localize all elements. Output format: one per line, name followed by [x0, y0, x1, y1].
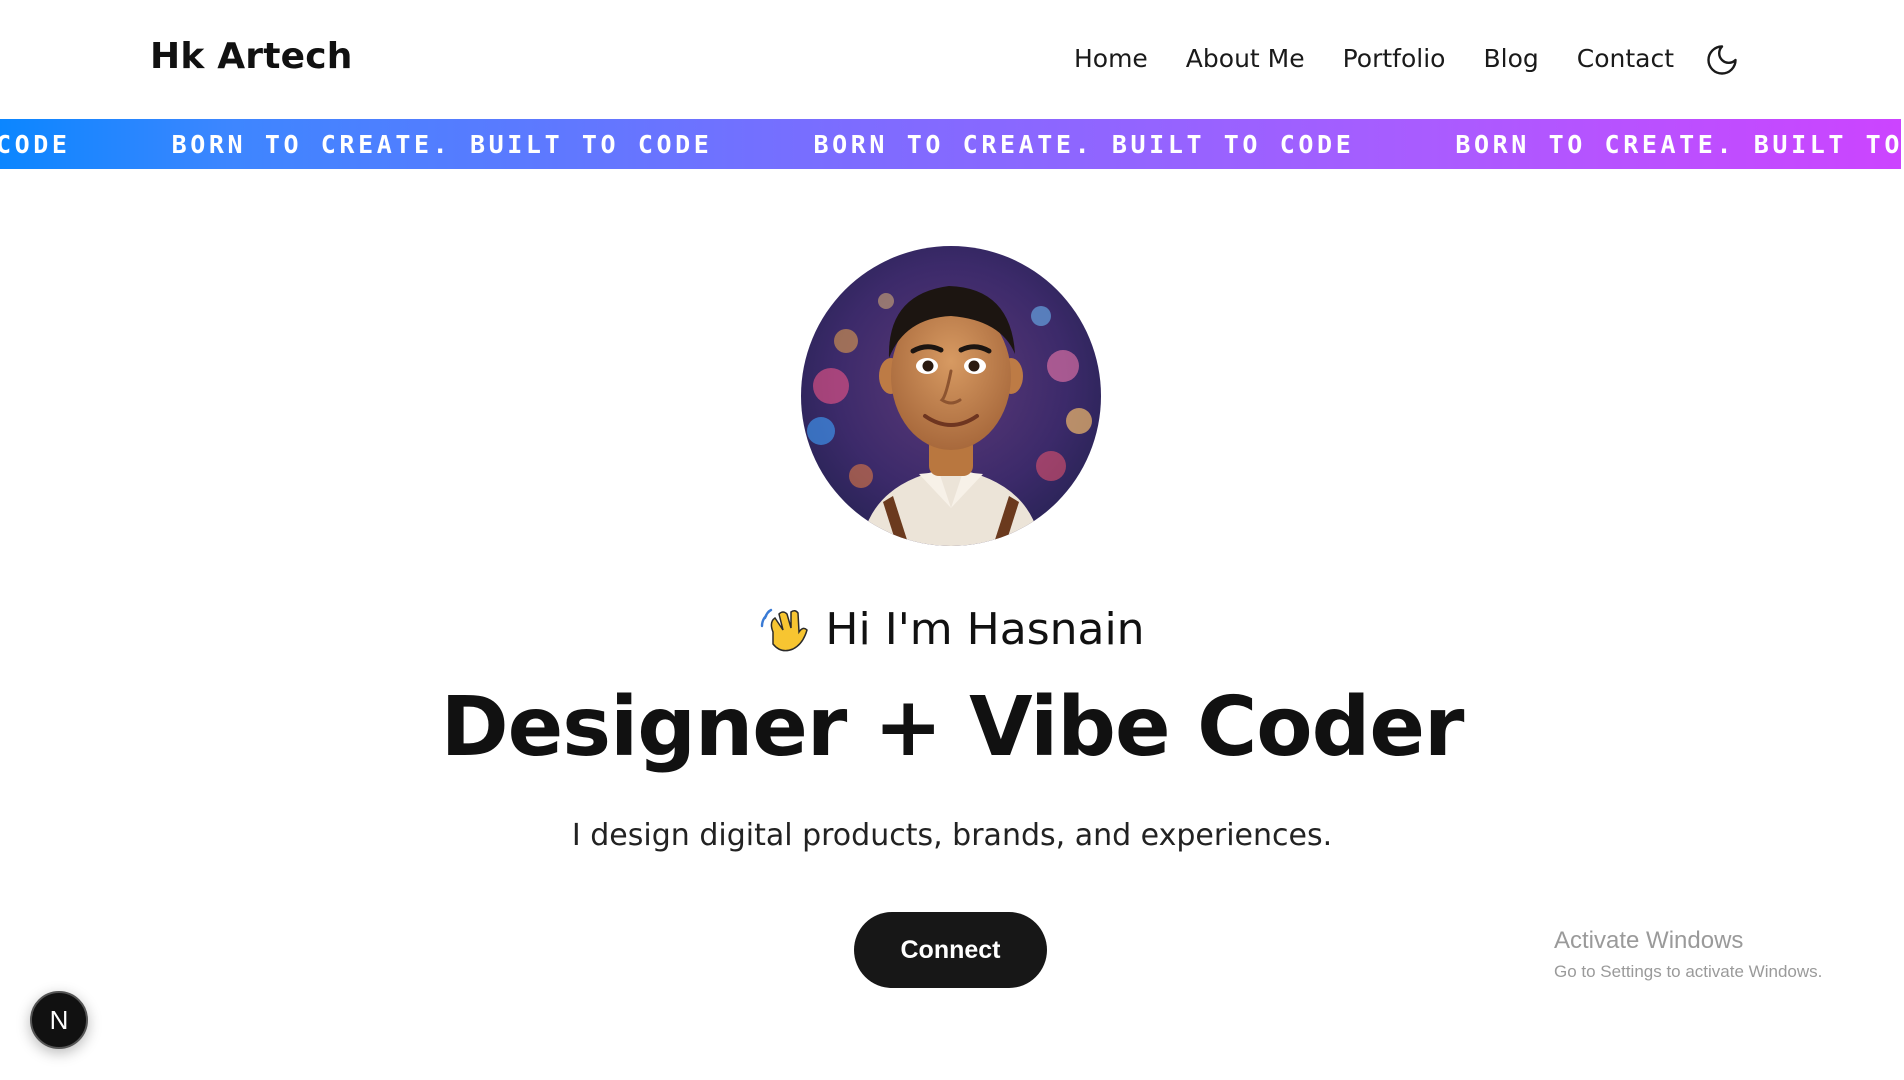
- nav-home[interactable]: Home: [1074, 44, 1148, 73]
- nextjs-dev-badge[interactable]: N: [30, 991, 88, 1049]
- nav-contact[interactable]: Contact: [1577, 44, 1674, 73]
- marquee-item: BORN TO CREATE. BUILT TO CODE: [171, 129, 713, 159]
- hero-subheadline: I design digital products, brands, and e…: [571, 818, 1333, 853]
- marquee-track: TO CODE BORN TO CREATE. BUILT TO CODE BO…: [0, 119, 1901, 169]
- marquee-item: BORN TO CREATE. BUILT TO CODE: [813, 129, 1355, 159]
- brand-logo[interactable]: Hk Artech: [150, 36, 353, 77]
- theme-toggle-button[interactable]: [1704, 42, 1740, 78]
- marquee-item: BORN TO CREATE. BUILT TO CODE: [1455, 129, 1901, 159]
- greeting-text: Hi I'm Hasnain: [825, 604, 1145, 655]
- profile-avatar: [801, 246, 1101, 546]
- waving-hand-icon: [759, 602, 811, 654]
- hero-greeting: Hi I'm Hasnain: [0, 602, 1904, 655]
- nav-about-me[interactable]: About Me: [1186, 44, 1305, 73]
- watermark-title: Activate Windows: [1554, 927, 1744, 954]
- avatar-illustration: [801, 246, 1101, 546]
- marquee-banner: TO CODE BORN TO CREATE. BUILT TO CODE BO…: [0, 119, 1901, 169]
- watermark-subtitle: Go to Settings to activate Windows.: [1554, 962, 1823, 981]
- nav-portfolio[interactable]: Portfolio: [1343, 44, 1446, 73]
- nav-blog[interactable]: Blog: [1483, 44, 1538, 73]
- moon-icon: [1707, 45, 1737, 75]
- hero-headline: Designer + Vibe Coder: [440, 680, 1465, 775]
- activate-windows-watermark: Activate Windows Go to Settings to activ…: [1554, 926, 1822, 984]
- marquee-item: TO CODE: [0, 129, 71, 159]
- connect-button[interactable]: Connect: [854, 912, 1047, 988]
- main-nav: Home About Me Portfolio Blog Contact: [1074, 44, 1674, 73]
- site-header: Hk Artech Home About Me Portfolio Blog C…: [0, 0, 1904, 119]
- dev-badge-label: N: [49, 1004, 69, 1035]
